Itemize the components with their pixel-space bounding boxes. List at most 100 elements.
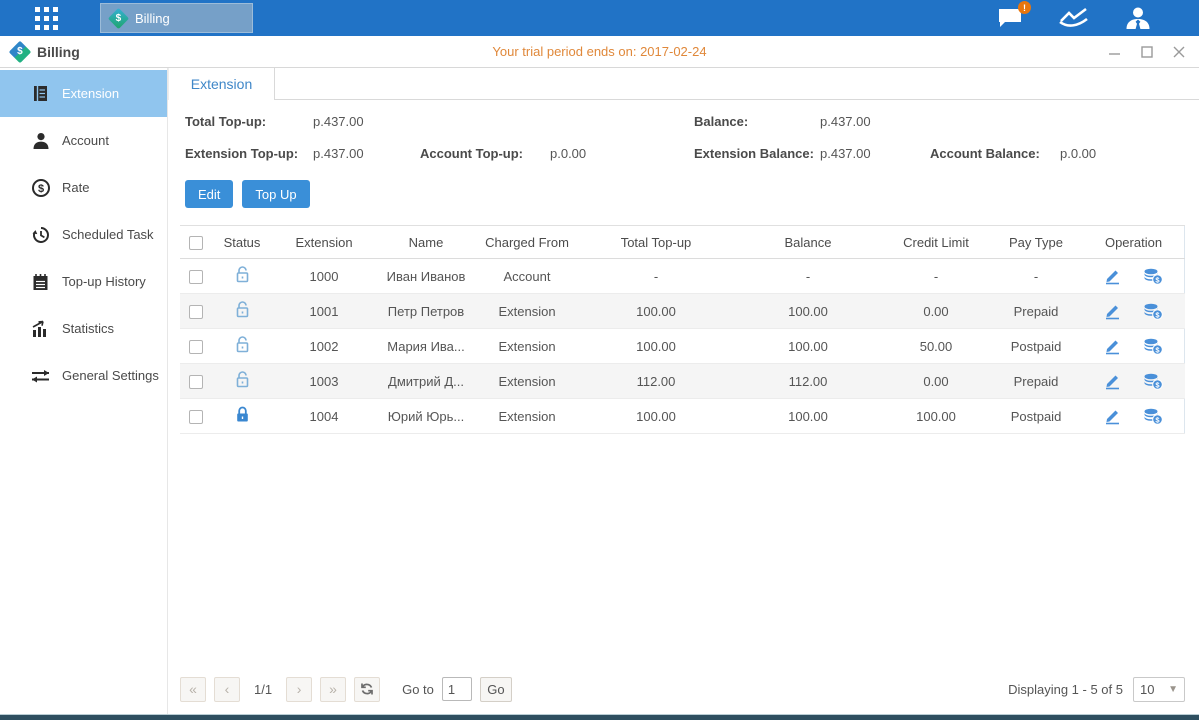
main-content: Extension Total Top-up: p.437.00 Balance… [168, 68, 1199, 714]
row-checkbox[interactable] [189, 375, 203, 389]
pagination-bar: « ‹ 1/1 › » Go to Go Displaying 1 - 5 of… [168, 672, 1199, 714]
col-name: Name [376, 226, 476, 259]
goto-label: Go to [402, 682, 434, 697]
extension-balance-label: Extension Balance: [694, 146, 820, 161]
extension-ledger-icon [31, 84, 50, 103]
sidebar-item-topup-history[interactable]: Top-up History [0, 258, 167, 305]
sidebar-item-account[interactable]: Account [0, 117, 167, 164]
refresh-button[interactable] [354, 677, 380, 702]
status-cell [212, 294, 272, 329]
sidebar-item-label: General Settings [62, 368, 159, 383]
extension-table: Status Extension Name Charged From Total… [180, 225, 1185, 434]
sidebar-item-scheduled-task[interactable]: Scheduled Task [0, 211, 167, 258]
top-up-coins-icon[interactable]: $ [1143, 338, 1163, 355]
minimize-icon[interactable] [1108, 46, 1121, 58]
balance-cell: 100.00 [734, 399, 882, 434]
sidebar-item-rate[interactable]: $ Rate [0, 164, 167, 211]
account-topup-label: Account Top-up: [420, 146, 550, 161]
statistics-bars-icon [31, 319, 50, 338]
topbar-icons: ! [997, 0, 1151, 36]
name-cell: Мария Ива... [376, 329, 476, 364]
credit-limit-cell: 0.00 [882, 294, 990, 329]
lock-open-icon [235, 336, 250, 353]
total-topup-cell: 100.00 [578, 294, 734, 329]
sidebar-item-statistics[interactable]: Statistics [0, 305, 167, 352]
user-account-icon[interactable] [1125, 6, 1151, 30]
top-up-coins-icon[interactable]: $ [1143, 373, 1163, 390]
row-checkbox[interactable] [189, 340, 203, 354]
balance-cell: 100.00 [734, 294, 882, 329]
top-up-coins-icon[interactable]: $ [1143, 408, 1163, 425]
total-topup-value: p.437.00 [313, 114, 420, 129]
trial-notice: Your trial period ends on: 2017-02-24 [0, 44, 1199, 59]
row-checkbox[interactable] [189, 410, 203, 424]
total-topup-cell: 112.00 [578, 364, 734, 399]
sidebar-item-general-settings[interactable]: General Settings [0, 352, 167, 399]
pay-type-cell: - [990, 259, 1082, 294]
goto-page-input[interactable] [442, 677, 472, 701]
edit-pencil-icon[interactable] [1104, 268, 1121, 285]
pay-type-cell: Prepaid [990, 364, 1082, 399]
statistics-chart-icon[interactable] [1059, 7, 1089, 29]
close-icon[interactable] [1173, 46, 1185, 58]
action-buttons: Edit Top Up [168, 161, 1199, 208]
edit-pencil-icon[interactable] [1104, 303, 1121, 320]
account-balance-value: p.0.00 [1060, 146, 1185, 161]
pay-type-cell: Prepaid [990, 294, 1082, 329]
edit-pencil-icon[interactable] [1104, 373, 1121, 390]
window-bottom-edge [0, 714, 1199, 720]
edit-button[interactable]: Edit [185, 180, 233, 208]
maximize-icon[interactable] [1141, 46, 1153, 58]
credit-limit-cell: 100.00 [882, 399, 990, 434]
top-up-button[interactable]: Top Up [242, 180, 309, 208]
edit-pencil-icon[interactable] [1104, 408, 1121, 425]
tab-extension[interactable]: Extension [168, 68, 275, 100]
desktop-topbar: $ Billing ! [0, 0, 1199, 36]
col-pay-type: Pay Type [990, 226, 1082, 259]
content-spacer [168, 434, 1199, 672]
displaying-text: Displaying 1 - 5 of 5 [1008, 682, 1123, 697]
billing-dollar-icon: $ [9, 40, 32, 63]
table-row: 1000 Иван Иванов Account - - - - $ [180, 259, 1185, 294]
account-balance-label: Account Balance: [930, 146, 1060, 161]
total-topup-cell: 100.00 [578, 399, 734, 434]
col-status: Status [212, 226, 272, 259]
table-row: 1003 Дмитрий Д... Extension 112.00 112.0… [180, 364, 1185, 399]
pay-type-cell: Postpaid [990, 399, 1082, 434]
go-button[interactable]: Go [480, 677, 512, 702]
chevron-down-icon: ▼ [1168, 684, 1178, 695]
first-page-button[interactable]: « [180, 677, 206, 702]
account-topup-value: p.0.00 [550, 146, 694, 161]
table-row: 1002 Мария Ива... Extension 100.00 100.0… [180, 329, 1185, 364]
prev-page-button[interactable]: ‹ [214, 677, 240, 702]
col-operation: Operation [1082, 226, 1185, 259]
apps-grid-icon[interactable] [35, 7, 58, 30]
window-titlebar: $ Billing Your trial period ends on: 201… [0, 36, 1199, 68]
row-checkbox[interactable] [189, 270, 203, 284]
charged-from-cell: Extension [476, 399, 578, 434]
svg-text:$: $ [37, 183, 43, 195]
row-checkbox[interactable] [189, 305, 203, 319]
sidebar-item-label: Top-up History [62, 274, 146, 289]
tab-strip: Extension [168, 68, 1199, 100]
messages-icon[interactable]: ! [997, 7, 1023, 29]
page-size-select[interactable]: 10 ▼ [1133, 677, 1185, 702]
col-extension: Extension [272, 226, 376, 259]
top-up-coins-icon[interactable]: $ [1143, 303, 1163, 320]
top-up-coins-icon[interactable]: $ [1143, 268, 1163, 285]
table-header-row: Status Extension Name Charged From Total… [180, 226, 1185, 259]
extension-cell: 1001 [272, 294, 376, 329]
lock-open-icon [235, 371, 250, 388]
col-total-topup: Total Top-up [578, 226, 734, 259]
balance-value: p.437.00 [820, 114, 930, 129]
name-cell: Петр Петров [376, 294, 476, 329]
charged-from-cell: Extension [476, 364, 578, 399]
last-page-button[interactable]: » [320, 677, 346, 702]
edit-pencil-icon[interactable] [1104, 338, 1121, 355]
next-page-button[interactable]: › [286, 677, 312, 702]
sidebar-item-extension[interactable]: Extension [0, 70, 167, 117]
table-row: 1001 Петр Петров Extension 100.00 100.00… [180, 294, 1185, 329]
select-all-checkbox[interactable] [189, 236, 203, 250]
taskbar-tab-billing[interactable]: $ Billing [100, 3, 253, 33]
charged-from-cell: Account [476, 259, 578, 294]
